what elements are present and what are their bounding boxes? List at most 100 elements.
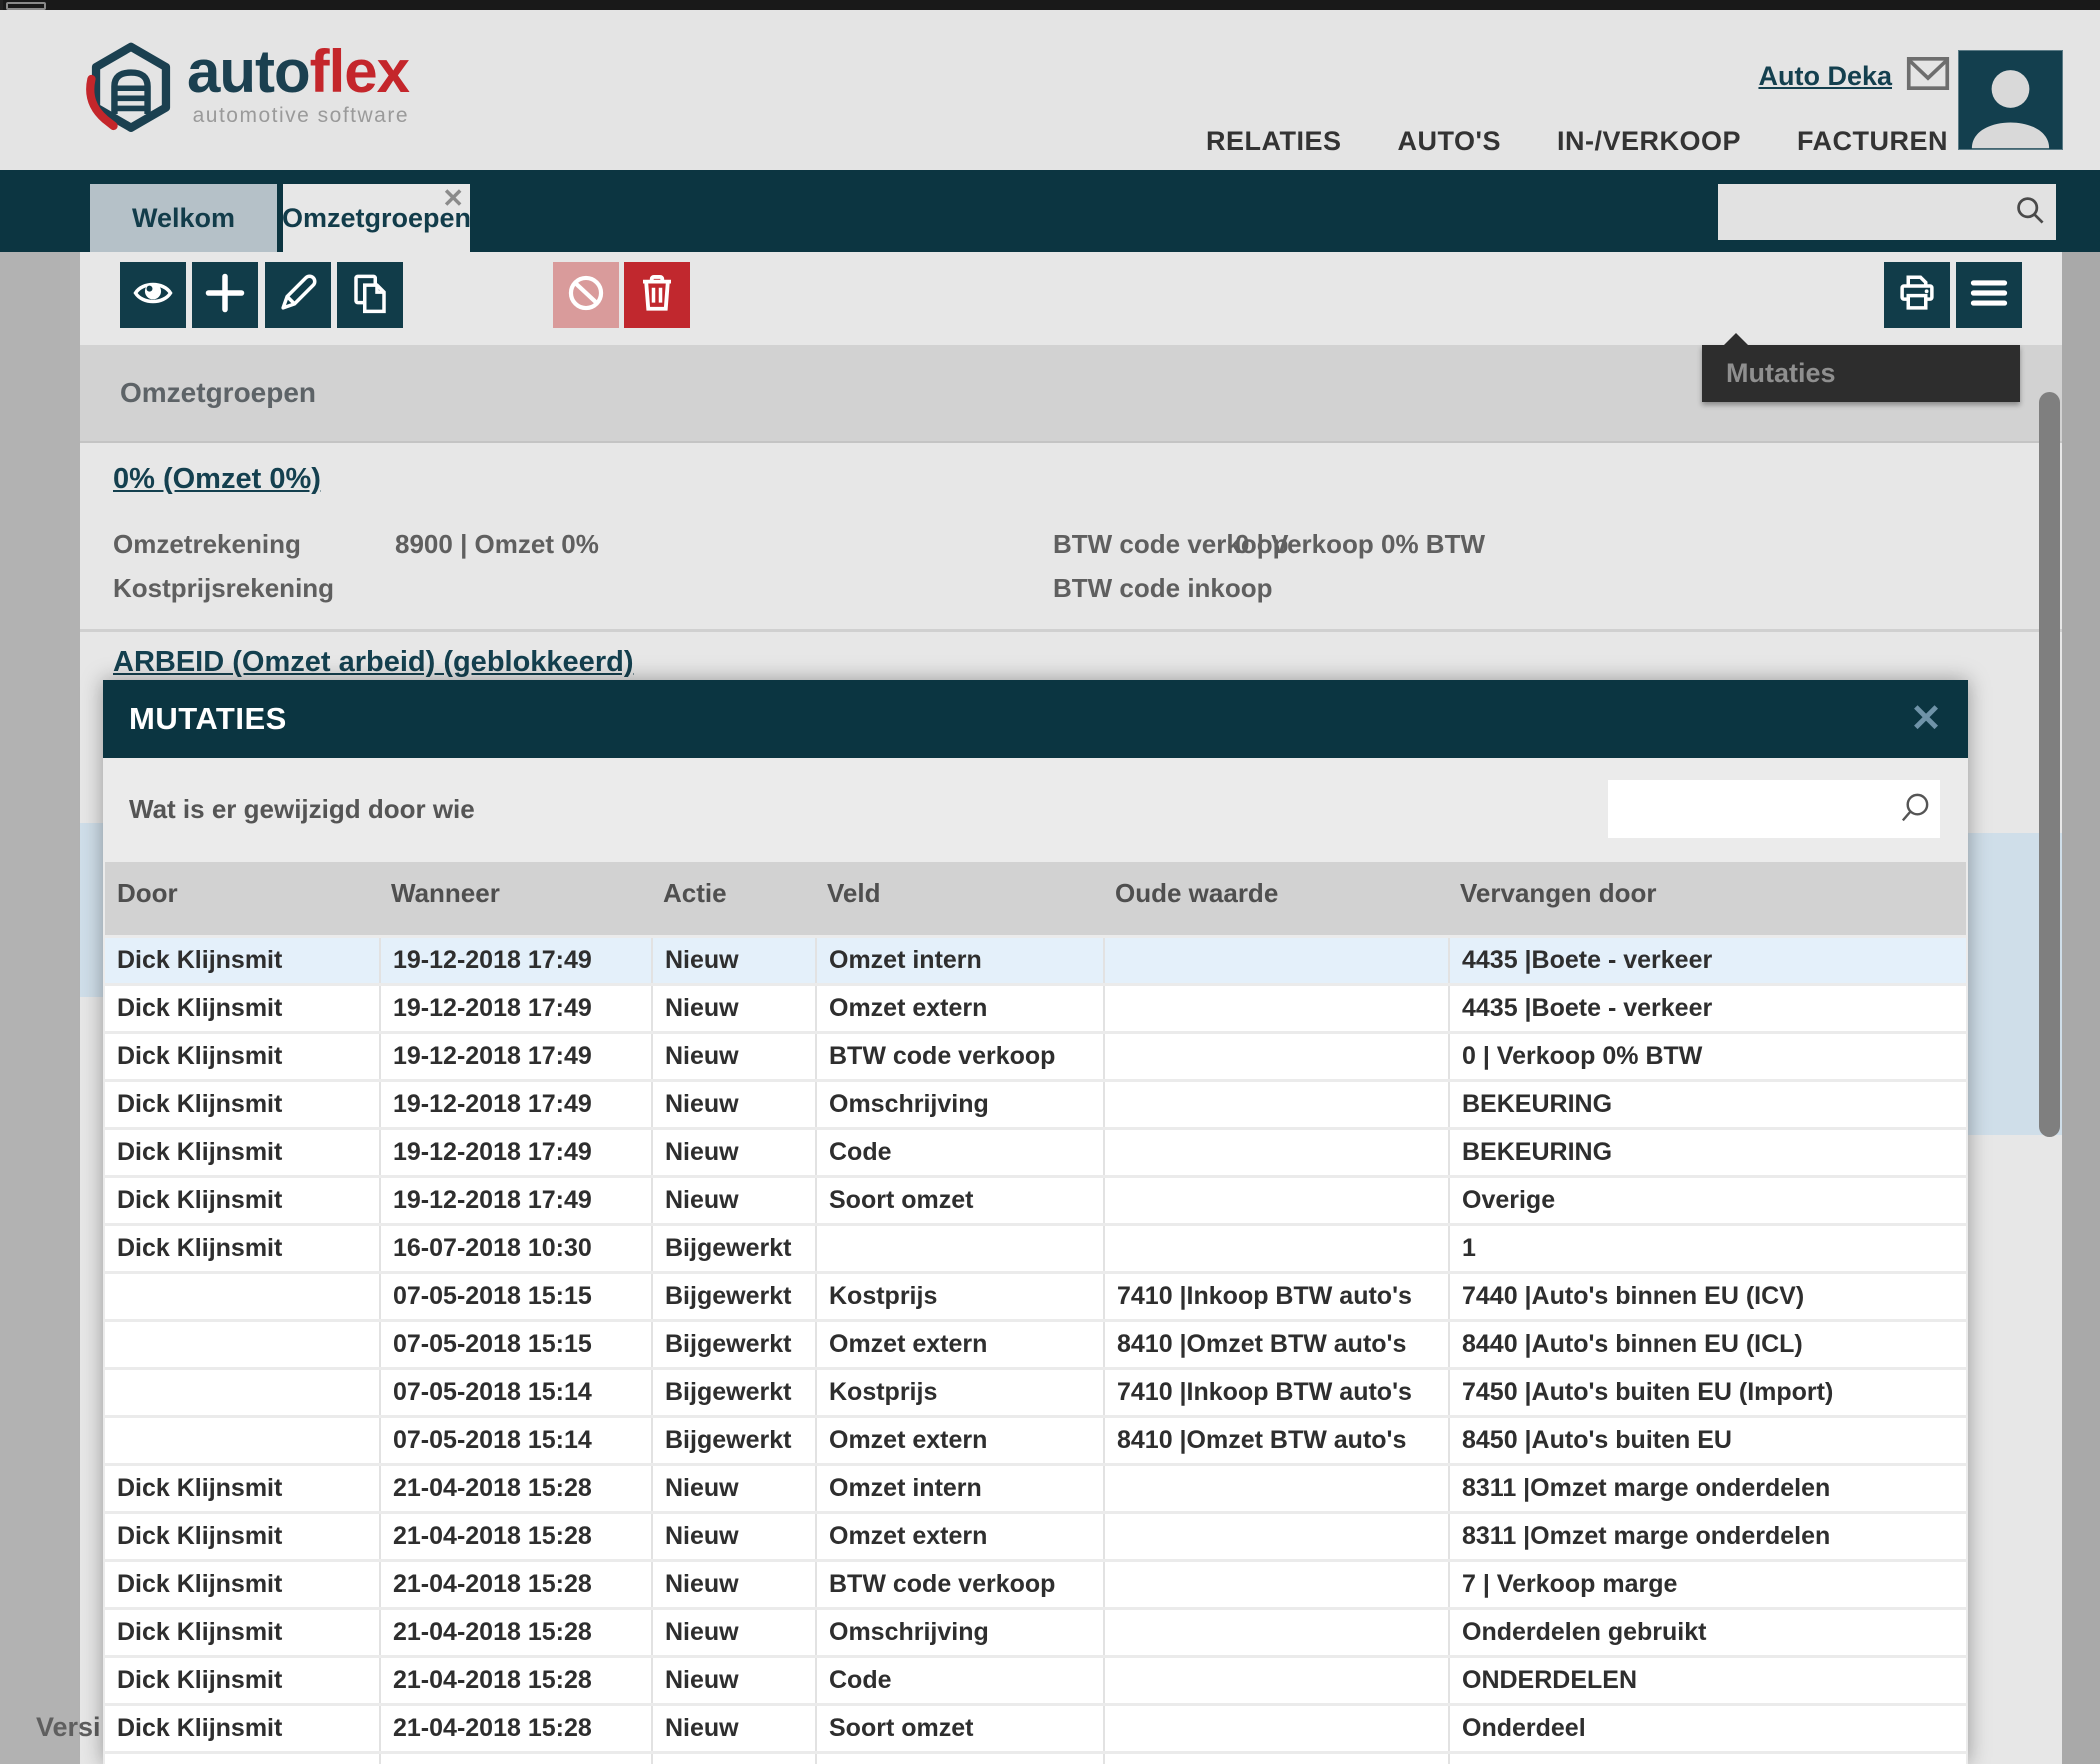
print-button[interactable]	[1884, 262, 1950, 328]
table-cell: Nieuw	[651, 1706, 815, 1751]
table-cell: Dick Klijnsmit	[105, 1514, 379, 1559]
search-icon[interactable]	[1898, 790, 1932, 829]
nav-item-facturen[interactable]: FACTUREN	[1797, 126, 1948, 157]
modal-close-icon[interactable]: ✕	[1910, 700, 1942, 738]
block-icon	[565, 272, 607, 319]
person-icon	[1959, 53, 2062, 149]
view-button[interactable]	[120, 262, 186, 328]
table-cell: 8311 |Omzet marge onderdelen	[1448, 1466, 1966, 1511]
block-button[interactable]	[553, 262, 619, 328]
field-label-kostprijsrekening: Kostprijsrekening	[113, 573, 334, 604]
edit-button[interactable]	[265, 262, 331, 328]
column-header-actie: Actie	[651, 862, 815, 935]
table-cell: 19-12-2018 17:49	[379, 1034, 651, 1079]
tab-close-icon[interactable]: ✕	[442, 184, 464, 213]
table-cell: 19-12-2018 17:49	[379, 1082, 651, 1127]
tab-welkom-label: Welkom	[132, 203, 235, 234]
table-row[interactable]: Dick Klijnsmit21-04-2018 15:28NieuwOmzet…	[105, 1514, 1966, 1559]
tab-omzetgroepen[interactable]: Omzetgroepen ✕	[283, 184, 470, 252]
table-row[interactable]: 07-05-2018 15:15BijgewerktOmzet extern84…	[105, 1322, 1966, 1367]
table-cell	[1103, 1466, 1448, 1511]
global-search-input[interactable]	[1732, 197, 2014, 227]
table-row[interactable]: Dick Klijnsmit19-12-2018 17:49NieuwBTW c…	[105, 1034, 1966, 1079]
table-row[interactable]: 07-05-2018 15:14BijgewerktKostprijs7410 …	[105, 1370, 1966, 1415]
table-cell	[379, 1754, 651, 1764]
table-row[interactable]: 07-05-2018 15:15BijgewerktKostprijs7410 …	[105, 1274, 1966, 1319]
search-icon[interactable]	[2014, 194, 2046, 231]
table-cell: Nieuw	[651, 1514, 815, 1559]
table-cell: 16-07-2018 10:30	[379, 1226, 651, 1271]
mutaties-tooltip: Mutaties	[1702, 345, 2020, 402]
vertical-scrollbar[interactable]	[2039, 392, 2060, 1137]
mutations-table-body: Dick Klijnsmit19-12-2018 17:49NieuwOmzet…	[105, 938, 1966, 1764]
table-cell: Nieuw	[651, 1610, 815, 1655]
table-row[interactable]: Dick Klijnsmit19-12-2018 17:49NieuwCodeB…	[105, 1130, 1966, 1175]
table-row[interactable]: Dick Klijnsmit16-07-2018 10:30Bijgewerkt…	[105, 1226, 1966, 1271]
table-cell: Omzet extern	[815, 1514, 1103, 1559]
table-cell	[1103, 1178, 1448, 1223]
table-cell: Omzet intern	[815, 938, 1103, 983]
table-row[interactable]: 07-05-2018 15:14BijgewerktOmzet extern84…	[105, 1418, 1966, 1463]
column-header-vervangen-door: Vervangen door	[1448, 862, 1966, 935]
user-link[interactable]: Auto Deka	[1758, 61, 1892, 92]
nav-item-relaties[interactable]: RELATIES	[1206, 126, 1342, 157]
table-cell: BTW code verkoop	[815, 1562, 1103, 1607]
mutaties-search-input[interactable]	[1620, 794, 1898, 824]
table-row[interactable]: Dick Klijnsmit19-12-2018 17:49NieuwSoort…	[105, 1178, 1966, 1223]
tab-welkom[interactable]: Welkom	[90, 184, 277, 252]
menu-button[interactable]	[1956, 262, 2022, 328]
table-row[interactable]: Dick Klijnsmit19-12-2018 17:49NieuwOmsch…	[105, 1082, 1966, 1127]
table-row[interactable]: Dick Klijnsmit21-04-2018 15:28NieuwBTW c…	[105, 1562, 1966, 1607]
autoflex-logo[interactable]: autoflex automotive software	[85, 42, 409, 144]
table-cell	[1103, 1226, 1448, 1271]
app-header: autoflex automotive software Auto Deka R…	[0, 10, 2100, 170]
column-header-door: Door	[105, 862, 379, 935]
table-cell	[105, 1274, 379, 1319]
table-cell: Omzet extern	[815, 986, 1103, 1031]
mail-icon[interactable]	[1906, 55, 1950, 97]
copy-button[interactable]	[337, 262, 403, 328]
table-cell: Dick Klijnsmit	[105, 1706, 379, 1751]
table-cell: Bijgewerkt	[651, 1226, 815, 1271]
table-row[interactable]: Dick Klijnsmit19-12-2018 17:49NieuwOmzet…	[105, 938, 1966, 983]
delete-button[interactable]	[624, 262, 690, 328]
version-text: Versi	[36, 1712, 101, 1743]
print-icon	[1896, 272, 1938, 319]
table-cell: 19-12-2018 17:49	[379, 938, 651, 983]
pencil-icon	[277, 272, 319, 319]
nav-item-autos[interactable]: AUTO'S	[1398, 126, 1501, 157]
table-cell: Dick Klijnsmit	[105, 1466, 379, 1511]
table-cell	[105, 1322, 379, 1367]
add-button[interactable]	[192, 262, 258, 328]
table-cell	[1448, 1754, 1966, 1764]
omzetgroep-0-link[interactable]: 0% (Omzet 0%)	[113, 463, 321, 496]
table-cell: Overige	[1448, 1178, 1966, 1223]
table-row[interactable]: Dick Klijnsmit21-04-2018 15:28NieuwCodeO…	[105, 1658, 1966, 1703]
table-row[interactable]: Dick Klijnsmit21-04-2018 15:28NieuwOmsch…	[105, 1610, 1966, 1655]
table-row[interactable]: Dick Klijnsmit21-04-2018 15:28NieuwSoort…	[105, 1706, 1966, 1751]
table-cell: Dick Klijnsmit	[105, 1562, 379, 1607]
avatar[interactable]	[1958, 50, 2063, 150]
table-cell: Dick Klijnsmit	[105, 1178, 379, 1223]
table-cell: Nieuw	[651, 1562, 815, 1607]
table-cell: 7410 |Inkoop BTW auto's	[1103, 1274, 1448, 1319]
table-cell: Bijgewerkt	[651, 1418, 815, 1463]
table-cell: 07-05-2018 15:14	[379, 1418, 651, 1463]
nav-item-inverkoop[interactable]: IN-/VERKOOP	[1557, 126, 1741, 157]
table-row[interactable]: Dick Klijnsmit19-12-2018 17:49NieuwOmzet…	[105, 986, 1966, 1031]
table-cell: 21-04-2018 15:28	[379, 1658, 651, 1703]
mutaties-search-row: Wat is er gewijzigd door wie	[103, 758, 1968, 862]
table-cell: 7440 |Auto's binnen EU (ICV)	[1448, 1274, 1966, 1319]
table-cell: 21-04-2018 15:28	[379, 1514, 651, 1559]
table-cell: 21-04-2018 15:28	[379, 1562, 651, 1607]
field-value-omzetrekening: 8900 | Omzet 0%	[395, 529, 599, 560]
table-row[interactable]: Dick Klijnsmit21-04-2018 15:28NieuwOmzet…	[105, 1466, 1966, 1511]
omzetgroep-arbeid-link[interactable]: ARBEID (Omzet arbeid) (geblokkeerd)	[113, 646, 633, 679]
field-label-omzetrekening: Omzetrekening	[113, 529, 301, 560]
table-cell: Dick Klijnsmit	[105, 986, 379, 1031]
eye-icon	[132, 272, 174, 319]
table-cell: 7410 |Inkoop BTW auto's	[1103, 1370, 1448, 1415]
page-title: Omzetgroepen	[120, 377, 316, 409]
table-cell	[1103, 1562, 1448, 1607]
table-cell: 4435 |Boete - verkeer	[1448, 986, 1966, 1031]
